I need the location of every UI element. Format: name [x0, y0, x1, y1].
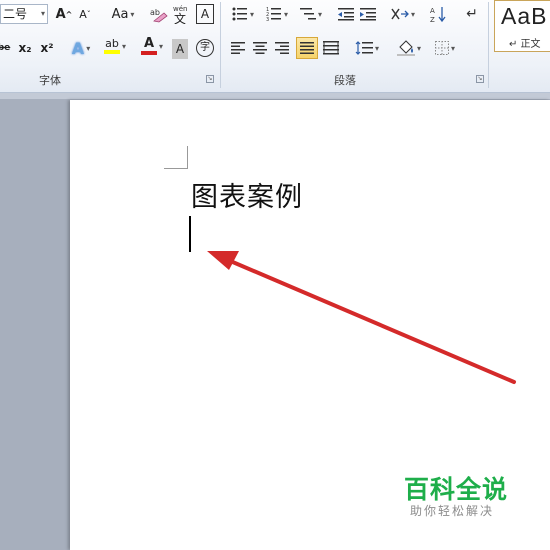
- svg-text:Z: Z: [430, 16, 435, 23]
- grow-font-button[interactable]: A ^: [54, 4, 74, 24]
- align-center-icon: [253, 42, 267, 54]
- phonetic-guide-button[interactable]: wén 文: [171, 4, 193, 24]
- ruler-strip: [0, 93, 550, 99]
- svg-text:A: A: [430, 7, 435, 15]
- svg-text:ab: ab: [150, 8, 160, 17]
- font-size-value: 二号: [3, 7, 28, 21]
- watermark-subtitle: 助你轻松解决: [410, 504, 495, 518]
- align-right-icon: [275, 42, 289, 54]
- line-spacing-icon: [355, 41, 373, 55]
- strikethrough-button[interactable]: be: [0, 38, 12, 58]
- paragraph-dialog-launcher-icon[interactable]: ↘: [476, 75, 484, 83]
- font-group-label: 字体: [39, 74, 61, 87]
- document-text[interactable]: 图表案例: [191, 175, 303, 214]
- chinese-layout-button[interactable]: [388, 4, 418, 24]
- bullets-button[interactable]: [228, 4, 258, 24]
- increase-indent-button[interactable]: [358, 4, 378, 24]
- ribbon: 二号 ▾ A^ Aˇ Aa ab wén 文 A be x₂ x² A ab: [0, 0, 550, 93]
- decrease-indent-button[interactable]: [336, 4, 356, 24]
- decrease-indent-icon: [338, 8, 354, 21]
- shrink-font-button[interactable]: Aˇ: [76, 4, 94, 24]
- chinese-layout-icon: [391, 8, 409, 20]
- align-left-icon: [231, 42, 245, 54]
- bullets-icon: [232, 7, 247, 21]
- distributed-icon: [323, 41, 339, 55]
- text-cursor: [189, 216, 191, 252]
- numbering-icon: 1 2 3: [266, 7, 281, 21]
- sort-icon: A Z: [430, 7, 446, 23]
- svg-text:3: 3: [266, 17, 269, 21]
- sort-button[interactable]: A Z: [428, 4, 450, 24]
- subscript-button[interactable]: x₂: [16, 38, 34, 58]
- shading-button[interactable]: [394, 38, 424, 58]
- style-preview: AaB: [501, 3, 548, 29]
- multilevel-list-button[interactable]: [296, 4, 326, 24]
- character-shading-button[interactable]: A: [172, 39, 188, 59]
- font-color-button[interactable]: A: [138, 36, 166, 56]
- show-formatting-button[interactable]: ↵: [462, 4, 482, 24]
- align-center-button[interactable]: [250, 38, 270, 58]
- change-case-button[interactable]: Aa: [108, 4, 138, 24]
- font-size-combo[interactable]: 二号 ▾: [0, 4, 48, 24]
- margin-corner-mark: [187, 146, 188, 169]
- text-effect-button[interactable]: A: [68, 38, 94, 58]
- margin-corner-mark: [164, 168, 188, 169]
- line-spacing-button[interactable]: [352, 38, 382, 58]
- justify-button[interactable]: [296, 37, 318, 59]
- clear-format-button[interactable]: ab: [148, 4, 170, 24]
- numbering-button[interactable]: 1 2 3: [262, 4, 292, 24]
- group-divider: [220, 2, 221, 88]
- pilcrow-icon: ↵: [466, 6, 478, 22]
- clear-format-icon: ab: [150, 8, 168, 23]
- group-divider: [488, 2, 489, 88]
- watermark-title: 百科全说: [404, 475, 509, 504]
- paragraph-group-label: 段落: [334, 74, 356, 87]
- borders-button[interactable]: [430, 38, 460, 58]
- style-name: ↵ 正文: [509, 39, 541, 50]
- align-left-button[interactable]: [228, 38, 248, 58]
- multilevel-list-icon: [299, 8, 316, 20]
- borders-icon: [434, 41, 449, 55]
- chevron-down-icon[interactable]: ▾: [41, 5, 45, 23]
- highlight-icon: ab: [103, 38, 120, 54]
- align-right-button[interactable]: [272, 38, 292, 58]
- enclose-characters-button[interactable]: 字: [194, 38, 216, 58]
- highlight-button[interactable]: ab: [100, 36, 130, 56]
- svg-text:文: 文: [174, 11, 186, 24]
- character-border-button[interactable]: A: [196, 4, 214, 24]
- superscript-button[interactable]: x²: [38, 38, 56, 58]
- paint-bucket-icon: [396, 40, 415, 56]
- font-color-icon: A: [140, 37, 157, 55]
- distributed-button[interactable]: [320, 38, 342, 58]
- phonetic-icon: wén 文: [173, 5, 187, 24]
- increase-indent-icon: [360, 8, 376, 21]
- style-normal[interactable]: AaB ↵ 正文: [494, 0, 550, 52]
- font-dialog-launcher-icon[interactable]: ↘: [206, 75, 214, 83]
- justify-icon: [300, 42, 314, 54]
